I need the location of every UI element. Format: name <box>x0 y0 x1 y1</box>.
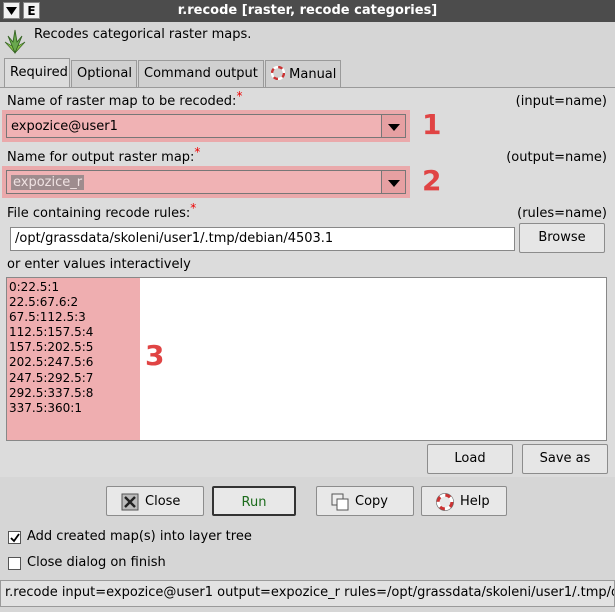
run-label: Run <box>241 495 267 510</box>
input-label: Name of raster map to be recoded:* <box>7 89 243 109</box>
tab-required[interactable]: Required <box>4 58 70 88</box>
browse-button[interactable]: Browse <box>519 223 605 253</box>
checkmark-icon <box>10 533 20 543</box>
copy-icon <box>331 493 349 511</box>
rules-lines: 0:22.5:1 22.5:67.6:2 67.5:112.5:3 112.5:157… <box>9 280 93 416</box>
annotation-marker-2: 2 <box>422 164 442 197</box>
copy-label: Copy <box>355 494 388 509</box>
rules-textarea[interactable]: 0:22.5:1 22.5:67.6:2 67.5:112.5:3 112.5:157… <box>6 277 607 441</box>
lifebuoy-icon <box>436 493 454 511</box>
annotation-marker-1: 1 <box>422 108 442 141</box>
tab-optional[interactable]: Optional <box>71 60 137 87</box>
output-label: Name for output raster map:* <box>7 145 201 165</box>
close-icon <box>121 493 139 511</box>
rule-line: 247.5:292.5:7 <box>9 370 94 385</box>
add-to-tree-checkbox[interactable] <box>8 531 21 544</box>
dropdown-arrow-icon[interactable] <box>381 171 405 193</box>
rule-line: 112.5:157.5:4 <box>9 325 94 340</box>
module-description: Recodes categorical raster maps. <box>34 27 252 42</box>
rule-line: 337.5:360:1 <box>9 400 82 415</box>
window-title: r.recode [raster, recode categories] <box>177 3 438 18</box>
tab-label: Required <box>10 65 68 80</box>
rule-line: 292.5:337.5:8 <box>9 385 94 400</box>
rules-param: (rules=name) <box>517 206 607 221</box>
rule-line: 22.5:67.6:2 <box>9 295 79 310</box>
annotation-marker-3: 3 <box>145 339 165 372</box>
run-button[interactable]: Run <box>212 486 296 516</box>
save-as-button[interactable]: Save as <box>522 444 608 474</box>
dropdown-arrow-icon[interactable] <box>381 115 405 137</box>
rule-line: 202.5:247.5:6 <box>9 355 94 370</box>
module-header: Recodes categorical raster maps. <box>0 22 615 58</box>
rule-line: 67.5:112.5:3 <box>9 310 86 325</box>
close-on-finish-checkbox[interactable] <box>8 557 21 570</box>
close-label: Close <box>145 494 181 509</box>
rule-line: 157.5:202.5:5 <box>9 340 94 355</box>
tab-manual[interactable]: Manual <box>265 60 341 87</box>
output-map-value[interactable]: expozice_r <box>11 175 85 190</box>
rule-line: 0:22.5:1 <box>9 280 60 294</box>
input-map-combo[interactable]: expozice@user1 <box>2 110 410 142</box>
load-button[interactable]: Load <box>427 444 513 474</box>
command-statusbar: r.recode input=expozice@user1 output=exp… <box>0 580 615 607</box>
input-map-value: expozice@user1 <box>11 119 118 134</box>
help-button[interactable]: Help <box>421 486 507 516</box>
add-to-tree-label[interactable]: Add created map(s) into layer tree <box>27 529 252 544</box>
help-label: Help <box>460 494 490 509</box>
lifebuoy-icon <box>270 65 286 81</box>
tab-label: Manual <box>289 67 337 82</box>
tab-command-output[interactable]: Command output <box>138 60 264 87</box>
grass-module-icon <box>4 29 26 54</box>
tab-label: Command output <box>144 66 258 81</box>
interactive-label: or enter values interactively <box>7 257 191 272</box>
output-param: (output=name) <box>506 150 607 165</box>
close-on-finish-label[interactable]: Close dialog on finish <box>27 555 166 570</box>
rules-label: File containing recode rules:* <box>7 201 197 221</box>
output-map-combo[interactable]: expozice_r <box>2 166 410 198</box>
input-param: (input=name) <box>515 94 607 109</box>
rules-file-input[interactable]: /opt/grassdata/skoleni/user1/.tmp/debian… <box>10 227 515 251</box>
copy-button[interactable]: Copy <box>316 486 414 516</box>
title-bar: E r.recode [raster, recode categories] <box>0 0 615 22</box>
tab-label: Optional <box>77 66 132 81</box>
close-button[interactable]: Close <box>106 486 204 516</box>
